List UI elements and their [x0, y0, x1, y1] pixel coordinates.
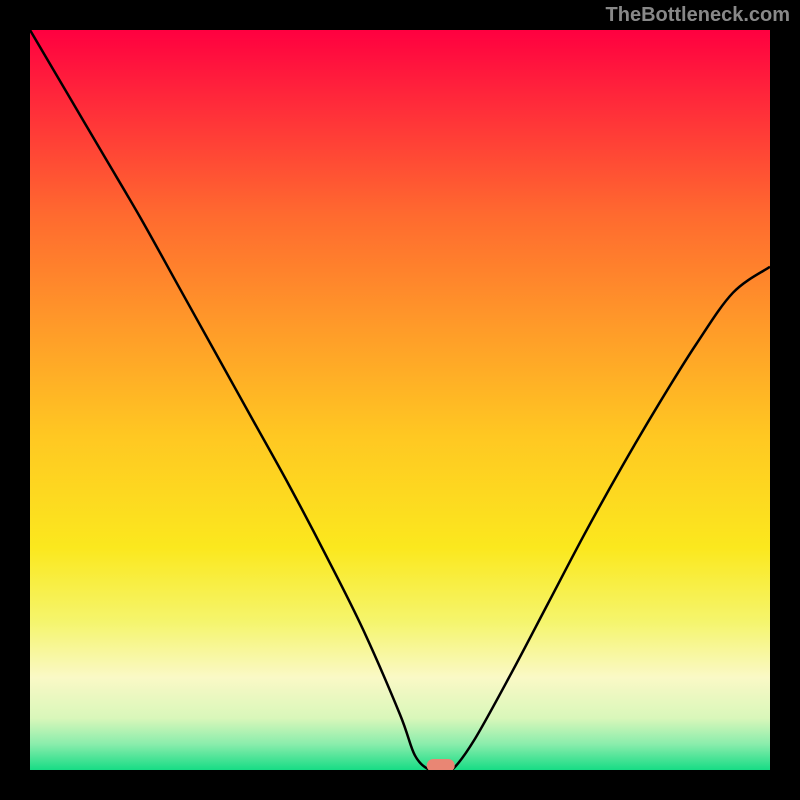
minimum-marker: [427, 759, 455, 770]
watermark-text: TheBottleneck.com: [606, 4, 790, 27]
bottleneck-plot: [30, 30, 770, 770]
chart-frame: { "watermark": "TheBottleneck.com", "col…: [0, 0, 800, 800]
gradient-background: [30, 30, 770, 770]
